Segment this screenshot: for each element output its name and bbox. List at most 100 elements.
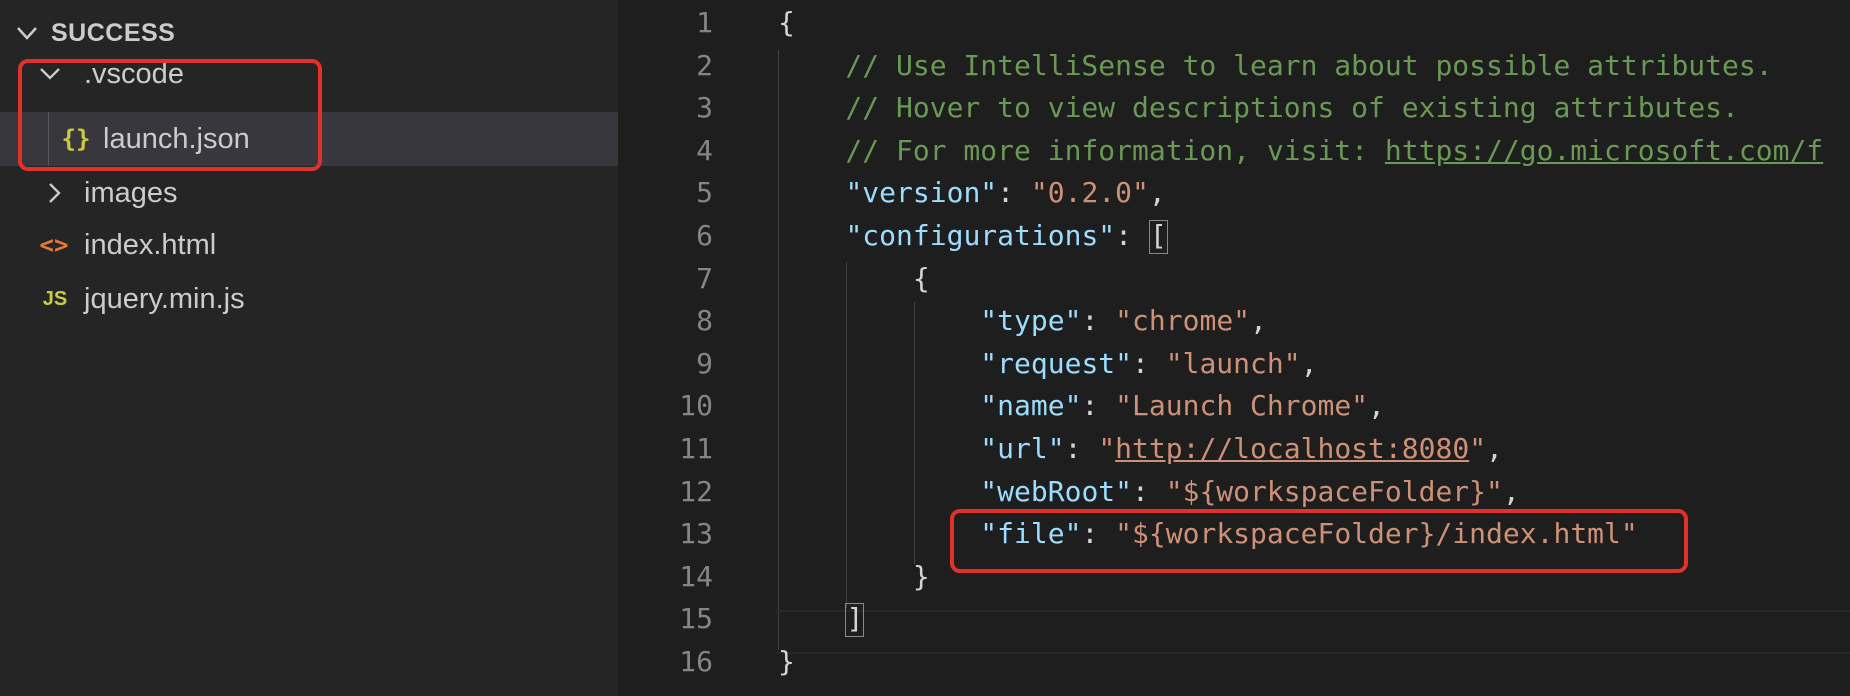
punctuation-token: : [1132,346,1166,380]
tree-item-label: images [84,176,178,209]
code-content: "version": "0.2.0", [778,172,1166,214]
code-content: "webRoot": "${workspaceFolder}", [778,471,1520,513]
code-line[interactable]: 7 { [618,258,1850,300]
punctuation-token: { [778,6,795,39]
punctuation-token: : [1064,432,1099,465]
code-line[interactable]: 10 "name": "Launch Chrome", [618,385,1850,427]
punctuation-token [778,432,980,465]
code-content: } [778,641,795,683]
code-content: { [778,2,795,44]
code-content: // Hover to view descriptions of existin… [778,87,1739,129]
line-number: 11 [679,432,713,465]
comment-token: // For more information, visit: [778,133,1385,167]
punctuation-token: [ [1148,219,1168,254]
punctuation-token: ] [845,602,865,638]
punctuation-token [778,304,980,337]
punctuation-token [778,389,980,422]
code-content: } [778,556,930,598]
line-number: 4 [696,133,713,167]
chevron-right-icon [49,183,61,203]
punctuation-token: , [1502,474,1520,508]
code-line[interactable]: 6 "configurations": [ [618,215,1850,257]
code-content: { [778,258,930,300]
line-number: 12 [679,474,713,508]
html-brackets-icon: <> [39,231,69,259]
line-number: 1 [696,6,713,39]
code-line[interactable]: 8 "type": "chrome", [618,300,1850,342]
code-line[interactable]: 12 "webRoot": "${workspaceFolder}", [618,471,1850,513]
code-line[interactable]: 9 "request": "launch", [618,343,1850,385]
punctuation-token: , [1148,176,1166,210]
json-string-token: "0.2.0" [1030,176,1149,210]
code-content: "request": "launch", [778,343,1317,385]
comment-token: // Use IntelliSense to learn about possi… [778,48,1773,82]
punctuation-token [778,176,845,209]
line-number: 14 [679,559,713,593]
tree-item-label: index.html [84,228,217,261]
code-content: "url": "http://localhost:8080", [778,428,1503,470]
code-content: "type": "chrome", [778,300,1267,342]
json-string-token: "Launch Chrome" [1115,389,1369,423]
code-line[interactable]: 2 // Use IntelliSense to learn about pos… [618,45,1850,87]
code-content: "name": "Launch Chrome", [778,385,1385,427]
code-content: // For more information, visit: https://… [778,130,1823,172]
code-line[interactable]: 11 "url": "http://localhost:8080", [618,428,1850,470]
json-string-token: "chrome" [1115,304,1251,338]
code-line[interactable]: 4 // For more information, visit: https:… [618,130,1850,172]
code-content: // Use IntelliSense to learn about possi… [778,45,1773,87]
code-line[interactable]: 16} [618,641,1850,683]
js-file-icon: JS [42,287,68,310]
punctuation-token: : [1081,389,1116,423]
comment-token[interactable]: https://go.microsoft.com/f [1385,134,1823,167]
code-line[interactable]: 15 ] [618,598,1850,640]
chevron-down-icon [17,27,37,40]
code-content: "configurations": [ [778,215,1168,257]
punctuation-token: , [1486,432,1503,465]
code-line[interactable]: 1{ [618,2,1850,44]
tree-item-index-html[interactable]: <> index.html [0,218,618,272]
punctuation-token: { [778,261,930,295]
json-string-token[interactable]: http://localhost:8080 [1115,432,1469,465]
line-number: 13 [679,517,713,551]
punctuation-token: : [997,176,1031,210]
tree-item-label: jquery.min.js [84,282,245,315]
code-editor[interactable]: 1{2 // Use IntelliSense to learn about p… [618,0,1850,696]
json-key-token: "name" [980,389,1082,423]
punctuation-token: : [1132,474,1166,508]
json-key-token: "webRoot" [980,474,1133,508]
json-key-token: "configurations" [845,219,1116,252]
json-key-token: "request" [980,346,1133,380]
line-number: 8 [696,304,713,338]
line-number: 9 [696,346,713,380]
punctuation-token: , [1300,346,1318,380]
json-string-token: " [1469,432,1487,465]
punctuation-token [778,475,980,508]
punctuation-token [778,347,980,380]
code-line[interactable]: 3 // Hover to view descriptions of exist… [618,87,1850,129]
line-number: 16 [679,645,713,678]
code-line[interactable]: 5 "version": "0.2.0", [618,172,1850,214]
line-number: 5 [696,176,713,210]
punctuation-token [778,219,845,252]
line-number: 3 [696,91,713,125]
punctuation-token: : [1115,219,1149,252]
punctuation-token: } [778,559,930,593]
json-key-token: "type" [980,304,1082,338]
json-key-token: "url" [980,432,1065,465]
json-key-token: "version" [845,176,998,210]
line-number: 7 [696,261,713,295]
punctuation-token: , [1250,304,1267,338]
json-string-token: " [1098,432,1116,465]
punctuation-token [778,602,845,635]
json-string-token: "launch" [1165,346,1301,380]
tree-item-images-folder[interactable]: images [0,166,618,220]
line-number: 10 [679,389,713,423]
highlight-box-vscode-folder [18,59,322,171]
comment-token: // Hover to view descriptions of existin… [778,91,1739,125]
code-content: ] [778,598,865,640]
line-number: 15 [679,602,713,636]
tree-item-jquery-js[interactable]: JS jquery.min.js [0,272,618,326]
line-number: 2 [696,48,713,82]
punctuation-token: , [1368,389,1385,423]
folder-name: SUCCESS [51,18,176,47]
